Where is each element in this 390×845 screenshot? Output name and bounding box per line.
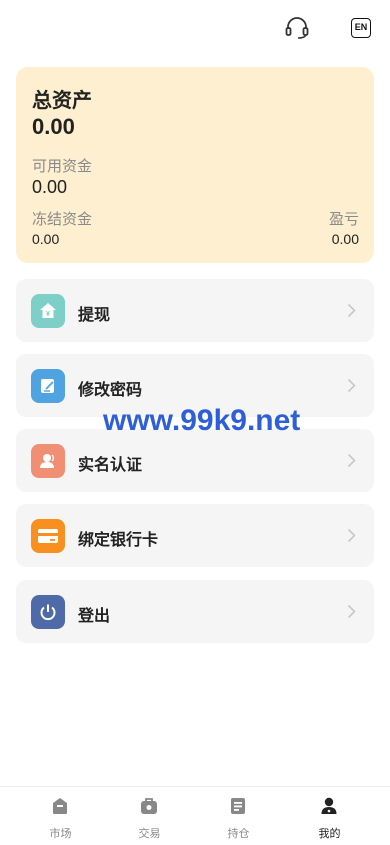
menu-item-bind-bank-card[interactable]: 绑定银行卡 xyxy=(16,504,374,567)
tab-position[interactable]: 持仓 xyxy=(190,787,287,845)
pnl-label: 盈亏 xyxy=(328,211,359,228)
withdraw-icon: ¥ xyxy=(31,294,65,328)
svg-text:¥: ¥ xyxy=(46,311,50,318)
bank-card-icon xyxy=(31,519,65,553)
frozen-funds-value: 0.00 xyxy=(32,231,60,247)
trade-icon xyxy=(141,798,157,814)
available-funds-label: 可用资金 xyxy=(32,158,93,175)
frozen-funds-label: 冻结资金 xyxy=(32,211,93,228)
profile-icon xyxy=(321,797,337,814)
tab-profile[interactable]: 我的 xyxy=(281,787,378,845)
menu-label: 实名认证 xyxy=(78,457,143,474)
edit-password-icon xyxy=(31,369,65,403)
available-funds-value: 0.00 xyxy=(32,177,68,197)
chevron-right-icon xyxy=(347,303,356,318)
menu-label: 绑定银行卡 xyxy=(78,532,159,549)
menu-label: 提现 xyxy=(78,307,111,324)
chevron-right-icon xyxy=(347,453,356,468)
market-icon xyxy=(53,798,67,814)
asset-summary-card: 总资产 0.00 可用资金 0.00 冻结资金 0.00 盈亏 0.00 xyxy=(16,67,374,263)
menu-item-logout[interactable]: 登出 xyxy=(16,580,374,643)
chevron-right-icon xyxy=(347,528,356,543)
tab-trade[interactable]: 交易 xyxy=(101,787,198,845)
top-bar: EN xyxy=(0,0,390,60)
menu-label: 修改密码 xyxy=(78,382,143,399)
language-switch-button[interactable]: EN xyxy=(351,18,371,38)
position-icon xyxy=(231,798,245,814)
chevron-right-icon xyxy=(347,378,356,393)
watermark-text: www.99k9.net xyxy=(103,404,301,437)
total-assets-value: 0.00 xyxy=(32,114,75,139)
headset-icon[interactable] xyxy=(284,16,310,40)
tab-market[interactable]: 市场 xyxy=(12,787,109,845)
total-assets-title: 总资产 xyxy=(32,90,92,112)
power-icon xyxy=(31,595,65,629)
chevron-right-icon xyxy=(347,604,356,619)
pnl-value: 0.00 xyxy=(331,231,359,247)
user-verify-icon xyxy=(31,444,65,478)
menu-item-real-name-verification[interactable]: 实名认证 xyxy=(16,429,374,492)
bottom-tab-bar: 市场 交易 持仓 我的 xyxy=(0,786,390,845)
menu-label: 登出 xyxy=(78,608,111,625)
menu-item-withdraw[interactable]: ¥ 提现 xyxy=(16,279,374,342)
